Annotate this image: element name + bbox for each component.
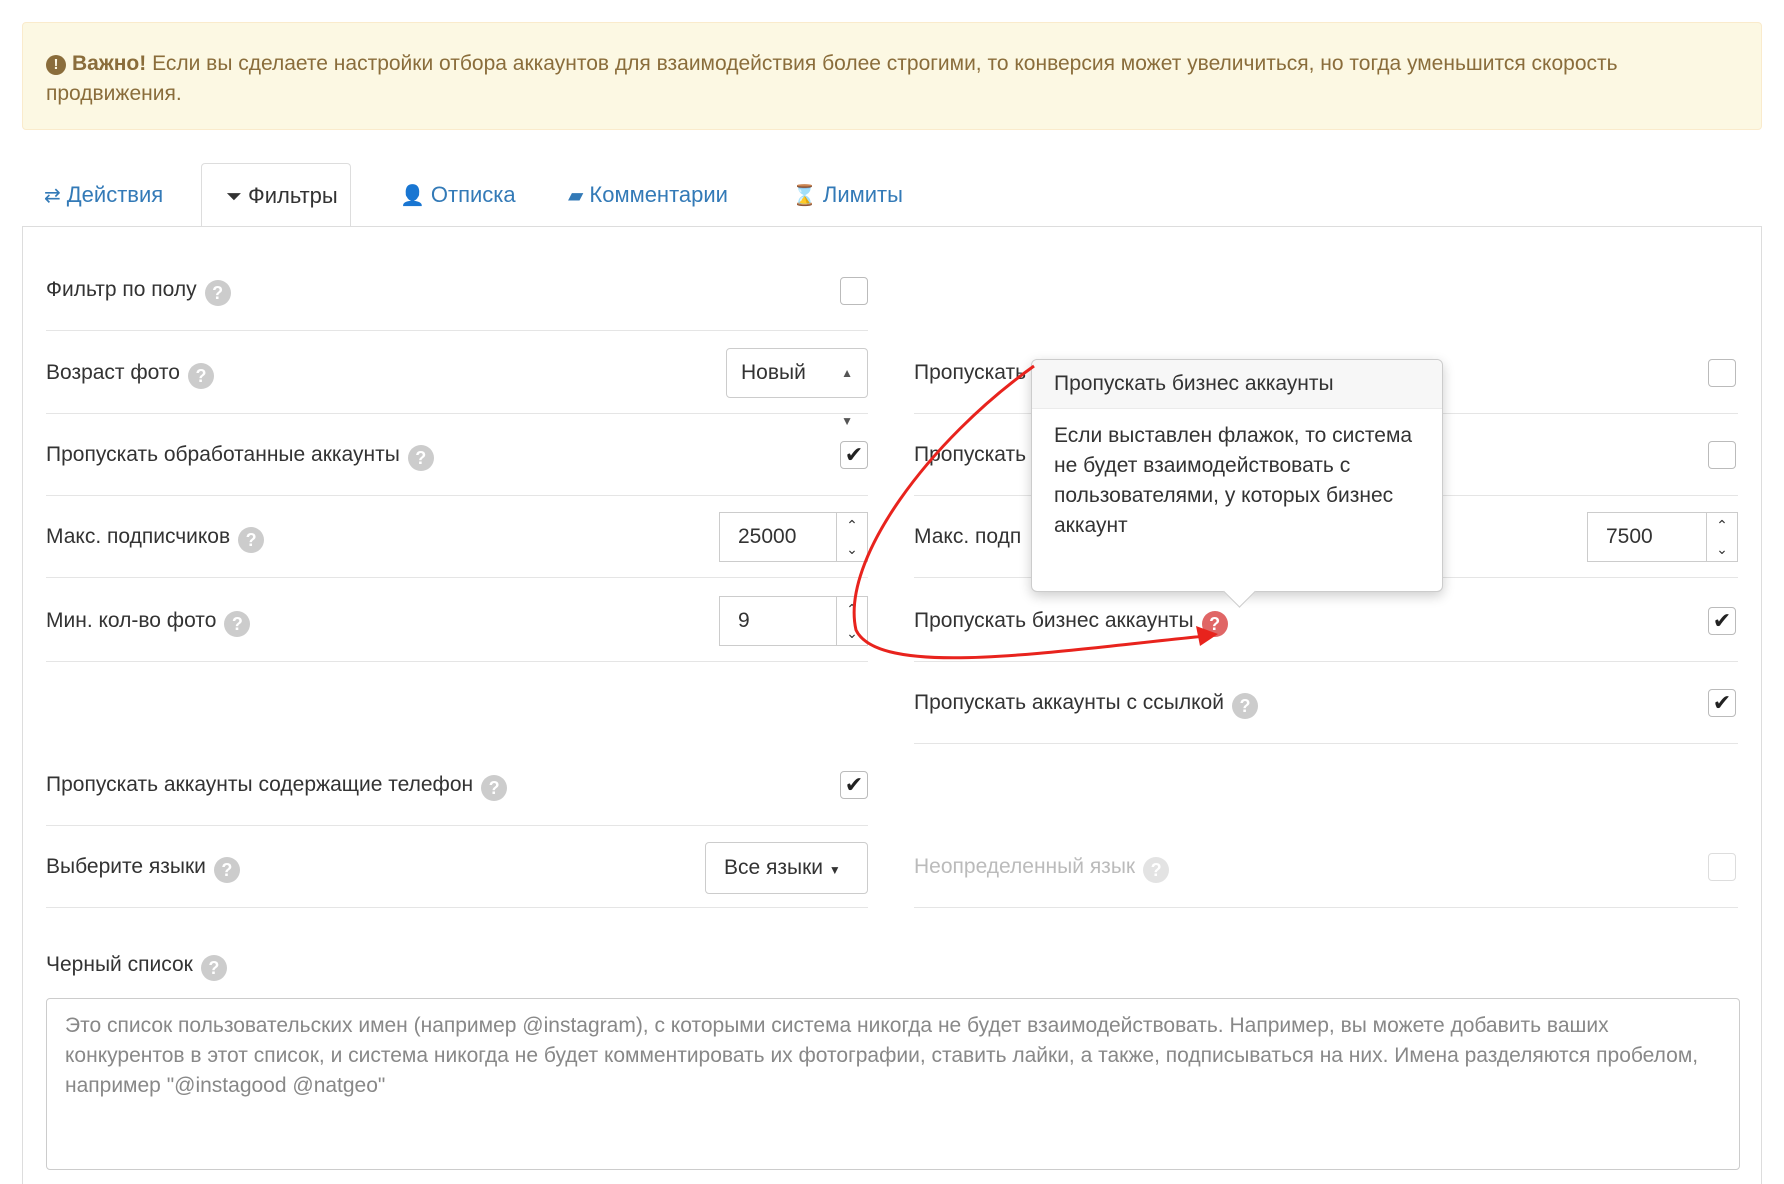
- alert-strong: Важно!: [72, 52, 147, 75]
- min-photos-row: Мин. кол-во фото? 9 ⌃ ⌄: [46, 580, 868, 662]
- min-photos-value: 9: [738, 609, 750, 632]
- comment-icon: ▰: [568, 185, 584, 207]
- undefined-language-checkbox[interactable]: [1708, 853, 1736, 881]
- tab-comments-label: Комментарии: [589, 182, 728, 207]
- skip-business-checkbox[interactable]: ✔: [1708, 607, 1736, 635]
- gender-filter-row: Фильтр по полу?: [46, 249, 868, 331]
- tab-bar: ⇄ Действия ⏷ Фильтры 👤 Отписка ▰ Комментарии…: [22, 163, 1762, 227]
- photo-age-value: Новый: [741, 361, 806, 384]
- right-row1-checkbox[interactable]: [1708, 359, 1736, 387]
- tooltip-body: Если выставлен флажок, то система не буд…: [1054, 424, 1413, 537]
- exclamation-icon: !: [46, 55, 66, 75]
- max-followers-value: 25000: [738, 525, 797, 548]
- user-remove-icon: 👤: [400, 185, 425, 207]
- help-icon[interactable]: ?: [213, 857, 240, 883]
- tab-limits-label: Лимиты: [822, 182, 903, 207]
- tab-actions-label: Действия: [66, 182, 164, 207]
- help-icon[interactable]: ?: [238, 527, 265, 553]
- max-followers-label: Макс. подписчиков: [46, 525, 231, 548]
- skip-phone-label: Пропускать аккаунты содержащие телефон: [46, 773, 474, 796]
- undefined-language-row: Неопределенный язык?: [914, 826, 1738, 908]
- right-max-input[interactable]: 7500 ⌃ ⌄: [1587, 512, 1738, 562]
- skip-link-checkbox[interactable]: ✔: [1708, 689, 1736, 717]
- caret-down-icon: ▼: [828, 863, 841, 877]
- right-row2-label: Пропускать: [914, 443, 1027, 466]
- undefined-language-label: Неопределенный язык: [914, 855, 1136, 878]
- help-icon[interactable]: ?: [481, 775, 508, 801]
- chevron-up-icon[interactable]: ⌃: [1707, 513, 1737, 537]
- blacklist-label: Черный список: [46, 953, 193, 976]
- help-icon[interactable]: ?: [204, 280, 231, 306]
- max-followers-input[interactable]: 25000 ⌃ ⌄: [719, 512, 868, 562]
- tab-unfollow-label: Отписка: [430, 182, 516, 207]
- right-max-spinner[interactable]: ⌃ ⌄: [1706, 513, 1737, 561]
- photo-age-row: Возраст фото? Новый ▲ ▼: [46, 332, 868, 428]
- tooltip-title: Пропускать бизнес аккаунты: [1032, 360, 1442, 409]
- chevron-down-icon[interactable]: ⌄: [837, 537, 867, 561]
- skip-link-row: Пропускать аккаунты с ссылкой? ✔: [914, 662, 1738, 744]
- help-icon-active[interactable]: ?: [1201, 611, 1228, 637]
- help-icon[interactable]: ?: [187, 363, 214, 389]
- languages-label: Выберите языки: [46, 855, 206, 878]
- help-icon[interactable]: ?: [200, 955, 227, 981]
- blacklist-textarea[interactable]: Это список пользовательских имен (наприм…: [46, 998, 1740, 1170]
- warning-alert: ! Важно! Если вы сделаете настройки отбор…: [22, 22, 1762, 130]
- chevron-up-icon[interactable]: ⌃: [837, 597, 867, 621]
- languages-row: Выберите языки? Все языки ▼: [46, 826, 868, 908]
- languages-dropdown[interactable]: Все языки ▼: [705, 842, 868, 894]
- skip-processed-label: Пропускать обработанные аккаунты: [46, 443, 400, 466]
- tab-filters-label: Фильтры: [248, 183, 338, 208]
- help-icon[interactable]: ?: [407, 445, 434, 471]
- languages-value: Все языки: [724, 856, 824, 879]
- min-photos-input[interactable]: 9 ⌃ ⌄: [719, 596, 868, 646]
- exchange-icon: ⇄: [44, 185, 61, 207]
- tab-limits[interactable]: ⌛ Лимиты: [792, 163, 903, 227]
- help-icon[interactable]: ?: [1143, 857, 1170, 883]
- gender-filter-label: Фильтр по полу: [46, 278, 197, 301]
- hourglass-icon: ⌛: [792, 185, 817, 207]
- skip-processed-row: Пропускать обработанные аккаунты? ✔: [46, 414, 868, 496]
- chevron-down-icon[interactable]: ⌄: [837, 621, 867, 645]
- blacklist-placeholder: Это список пользовательских имен (наприм…: [65, 1014, 1699, 1097]
- gender-filter-checkbox[interactable]: [840, 277, 868, 305]
- tab-filters[interactable]: ⏷ Фильтры: [201, 163, 351, 227]
- skip-business-row: Пропускать бизнес аккаунты? ✔: [914, 580, 1738, 662]
- skip-link-label: Пропускать аккаунты с ссылкой: [914, 691, 1224, 714]
- right-max-value: 7500: [1606, 525, 1653, 548]
- min-photos-spinner[interactable]: ⌃ ⌄: [836, 597, 867, 645]
- photo-age-label: Возраст фото: [46, 361, 180, 384]
- tab-unfollow[interactable]: 👤 Отписка: [400, 163, 516, 227]
- help-icon[interactable]: ?: [1231, 693, 1258, 719]
- filter-icon: ⏷: [226, 186, 242, 208]
- min-photos-label: Мин. кол-во фото: [46, 609, 217, 632]
- help-icon[interactable]: ?: [224, 611, 251, 637]
- right-row1-label: Пропускать: [914, 361, 1027, 384]
- chevron-up-icon[interactable]: ⌃: [837, 513, 867, 537]
- help-tooltip: Пропускать бизнес аккаунты Если выставле…: [1031, 359, 1443, 608]
- skip-phone-row: Пропускать аккаунты содержащие телефон? …: [46, 744, 868, 826]
- tab-comments[interactable]: ▰ Комментарии: [568, 163, 728, 227]
- skip-phone-checkbox[interactable]: ✔: [840, 771, 868, 799]
- chevron-down-icon[interactable]: ⌄: [1707, 537, 1737, 561]
- right-row2-checkbox[interactable]: [1708, 441, 1736, 469]
- skip-business-label: Пропускать бизнес аккаунты: [914, 609, 1194, 632]
- photo-age-select[interactable]: Новый ▲ ▼: [726, 348, 868, 428]
- alert-text: Если вы сделаете настройки отбора аккаун…: [46, 52, 1618, 105]
- max-followers-row: Макс. подписчиков? 25000 ⌃ ⌄: [46, 496, 868, 578]
- skip-processed-checkbox[interactable]: ✔: [840, 441, 868, 469]
- max-followers-spinner[interactable]: ⌃ ⌄: [836, 513, 867, 561]
- tab-actions[interactable]: ⇄ Действия: [44, 163, 163, 227]
- right-max-label: Макс. подп: [914, 525, 1022, 548]
